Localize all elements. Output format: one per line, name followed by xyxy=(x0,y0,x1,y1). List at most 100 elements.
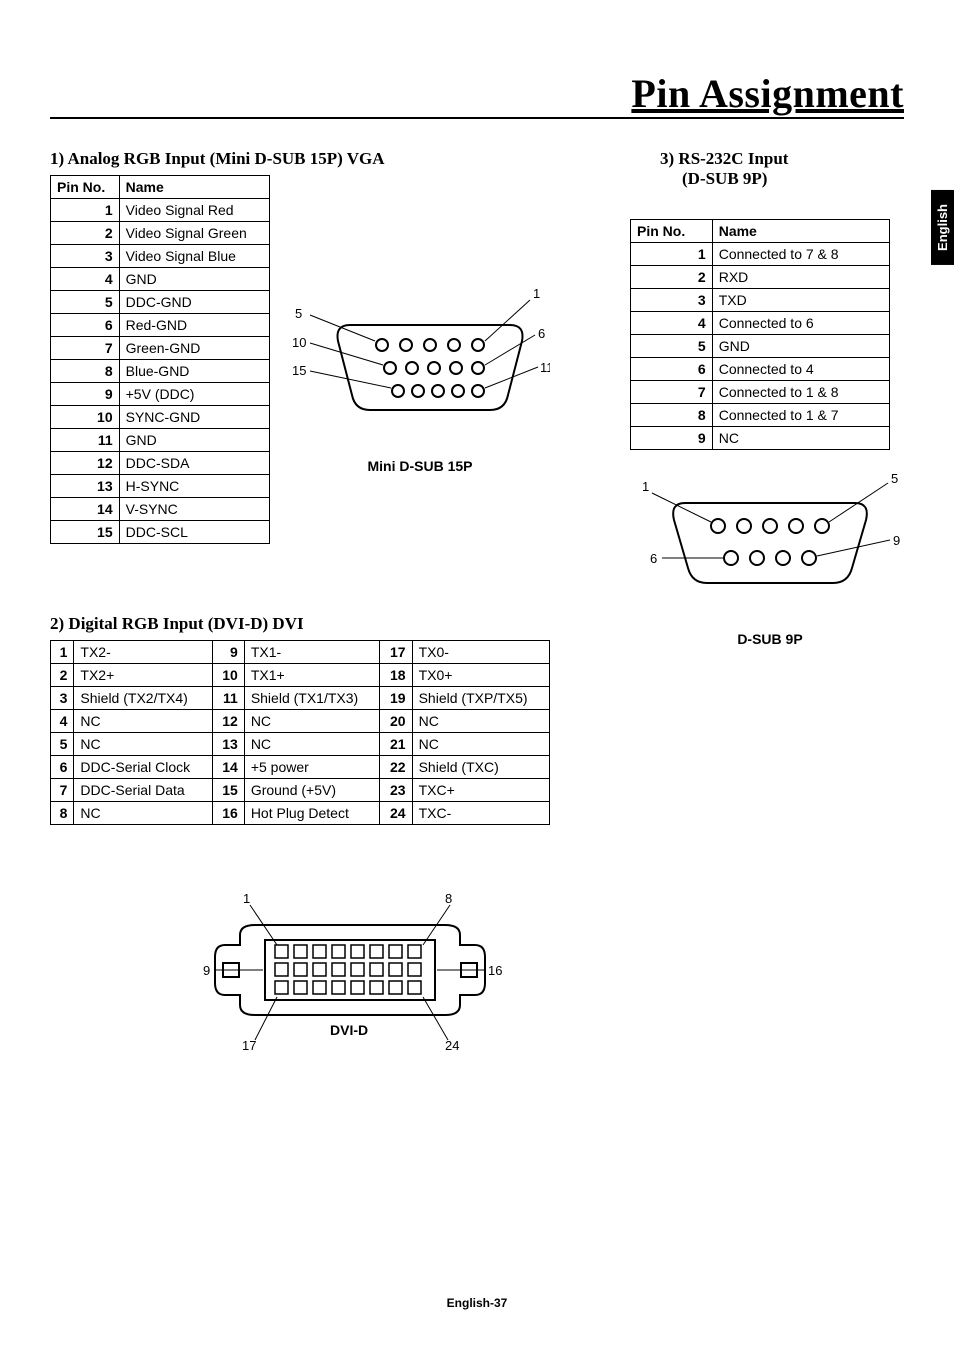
pin-name: Shield (TX2/TX4) xyxy=(74,687,212,710)
table-row: 3Video Signal Blue xyxy=(51,245,270,268)
pin-no: 5 xyxy=(51,291,120,314)
pin-no: 2 xyxy=(631,266,713,289)
pin-no: 3 xyxy=(51,687,74,710)
pin-no: 9 xyxy=(51,383,120,406)
svg-text:24: 24 xyxy=(445,1038,459,1053)
pin-name: NC xyxy=(74,710,212,733)
pin-name: TX2- xyxy=(74,641,212,664)
table-row: 5GND xyxy=(631,335,890,358)
table-row: 2RXD xyxy=(631,266,890,289)
table-row: 6Connected to 4 xyxy=(631,358,890,381)
mini-dsub-caption: Mini D-SUB 15P xyxy=(290,458,550,474)
pin-no: 11 xyxy=(212,687,244,710)
pin-no: 7 xyxy=(631,381,713,404)
pin-no: 12 xyxy=(212,710,244,733)
col-pin-no: Pin No. xyxy=(51,176,120,199)
pin-name: GND xyxy=(712,335,889,358)
table-row: 1Connected to 7 & 8 xyxy=(631,243,890,266)
table-row: 7Connected to 1 & 8 xyxy=(631,381,890,404)
pin-name: DDC-SCL xyxy=(119,521,269,544)
pin-no: 12 xyxy=(51,452,120,475)
pin-name: GND xyxy=(119,429,269,452)
pin-no: 21 xyxy=(380,733,412,756)
table-row: 8Blue-GND xyxy=(51,360,270,383)
title-bar: Pin Assignment xyxy=(50,70,904,119)
pin-name: Shield (TX1/TX3) xyxy=(244,687,380,710)
pin-name: NC xyxy=(244,733,380,756)
pin-no: 23 xyxy=(380,779,412,802)
svg-text:1: 1 xyxy=(533,286,540,301)
svg-text:5: 5 xyxy=(295,306,302,321)
language-tab: English xyxy=(931,190,954,265)
pin-no: 15 xyxy=(51,521,120,544)
pin-name: +5V (DDC) xyxy=(119,383,269,406)
pin-name: NC xyxy=(244,710,380,733)
pin-name: DDC-SDA xyxy=(119,452,269,475)
dsub9-caption: D-SUB 9P xyxy=(630,631,910,647)
table-row: 2TX2+10TX1+18TX0+ xyxy=(51,664,550,687)
svg-text:17: 17 xyxy=(242,1038,256,1053)
pin-no: 7 xyxy=(51,779,74,802)
pin-name: TX0+ xyxy=(412,664,549,687)
pin-no: 8 xyxy=(51,802,74,825)
pin-no: 6 xyxy=(51,314,120,337)
col-pin-no: Pin No. xyxy=(631,220,713,243)
table-row: 7Green-GND xyxy=(51,337,270,360)
pin-no: 14 xyxy=(51,498,120,521)
pin-name: GND xyxy=(119,268,269,291)
svg-text:16: 16 xyxy=(488,963,502,978)
section1-table: Pin No. Name 1Video Signal Red2Video Sig… xyxy=(50,175,270,544)
mini-dsub-15p-diagram: 5 10 15 1 6 11 Mini D-SUB 15P xyxy=(290,265,550,474)
table-row: 10SYNC-GND xyxy=(51,406,270,429)
table-header-row: Pin No. Name xyxy=(51,176,270,199)
pin-no: 22 xyxy=(380,756,412,779)
pin-no: 10 xyxy=(51,406,120,429)
pin-no: 11 xyxy=(51,429,120,452)
pin-name: RXD xyxy=(712,266,889,289)
pin-name: NC xyxy=(74,733,212,756)
pin-no: 9 xyxy=(631,427,713,450)
pin-no: 19 xyxy=(380,687,412,710)
pin-no: 2 xyxy=(51,664,74,687)
pin-no: 8 xyxy=(631,404,713,427)
pin-name: TXC- xyxy=(412,802,549,825)
pin-no: 13 xyxy=(212,733,244,756)
pin-no: 4 xyxy=(51,710,74,733)
col-name: Name xyxy=(119,176,269,199)
pin-name: NC xyxy=(412,733,549,756)
dvi-d-diagram: 1 8 9 16 17 24 DVI-D xyxy=(110,885,590,1060)
pin-no: 20 xyxy=(380,710,412,733)
page-footer: English-37 xyxy=(0,1296,954,1310)
pin-no: 14 xyxy=(212,756,244,779)
table-row: 5NC13NC21NC xyxy=(51,733,550,756)
table-header-row: Pin No. Name xyxy=(631,220,890,243)
table-row: 9+5V (DDC) xyxy=(51,383,270,406)
table-row: 6Red-GND xyxy=(51,314,270,337)
pin-name: Red-GND xyxy=(119,314,269,337)
pin-no: 3 xyxy=(51,245,120,268)
section2-heading: 2) Digital RGB Input (DVI-D) DVI xyxy=(50,614,590,634)
table-row: 5DDC-GND xyxy=(51,291,270,314)
pin-name: Video Signal Blue xyxy=(119,245,269,268)
pin-name: Green-GND xyxy=(119,337,269,360)
pin-name: +5 power xyxy=(244,756,380,779)
section2-table: 1TX2-9TX1-17TX0-2TX2+10TX1+18TX0+3Shield… xyxy=(50,640,550,825)
svg-text:1: 1 xyxy=(243,891,250,906)
table-row: 1TX2-9TX1-17TX0- xyxy=(51,641,550,664)
pin-name: TX2+ xyxy=(74,664,212,687)
pin-no: 4 xyxy=(631,312,713,335)
pin-no: 5 xyxy=(51,733,74,756)
pin-no: 1 xyxy=(631,243,713,266)
page-title: Pin Assignment xyxy=(631,71,904,116)
dsub-9p-diagram: 1 5 6 9 D-SUB 9P xyxy=(630,468,910,647)
pin-no: 15 xyxy=(212,779,244,802)
svg-text:6: 6 xyxy=(538,326,545,341)
table-row: 2Video Signal Green xyxy=(51,222,270,245)
pin-name: NC xyxy=(412,710,549,733)
pin-no: 13 xyxy=(51,475,120,498)
pin-name: NC xyxy=(74,802,212,825)
table-row: 4GND xyxy=(51,268,270,291)
pin-no: 8 xyxy=(51,360,120,383)
pin-no: 9 xyxy=(212,641,244,664)
svg-text:11: 11 xyxy=(540,360,550,375)
